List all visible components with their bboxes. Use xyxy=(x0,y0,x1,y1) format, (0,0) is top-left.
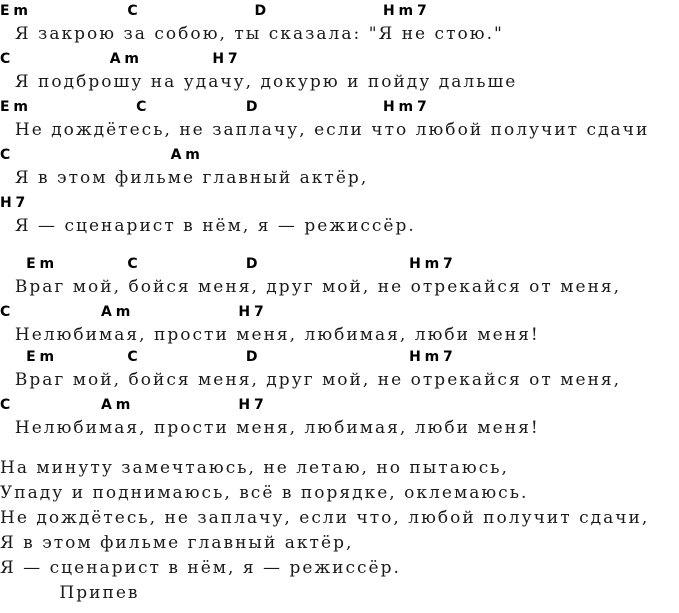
lyric-line: Я — сценарист в нём, я — режиссёр. xyxy=(0,216,416,236)
lyric-line: Я в этом фильме главный актёр, xyxy=(0,533,354,553)
lyric-line: Нелюбимая, прости меня, любимая, люби ме… xyxy=(0,325,540,345)
chord-sheet: Em C D Hm7 Я закрою за собою, ты сказала… xyxy=(0,0,679,613)
section-label: Припев xyxy=(0,583,140,603)
lyric-line: Нелюбимая, прости меня, любимая, люби ме… xyxy=(0,418,540,438)
chord-line: Em C D Hm7 xyxy=(0,256,457,272)
lyric-line: Враг мой, бойся меня, друг мой, не отрек… xyxy=(0,277,622,297)
lyric-line: Не дождётесь, не заплачу, если что любой… xyxy=(0,120,650,140)
chord-line: Em C D Hm7 xyxy=(0,3,431,19)
lyric-line: Я в этом фильме главный актёр, xyxy=(0,168,369,188)
lyric-line: Не дождётесь, не заплачу, если что, любо… xyxy=(0,508,650,528)
chord-line: H7 xyxy=(0,195,30,211)
chord-line: C Am H7 xyxy=(0,397,268,413)
chord-line: C Am xyxy=(0,147,204,163)
chord-line: C Am H7 xyxy=(0,304,268,320)
lyric-line: Упаду и поднимаюсь, всё в порядке, оклем… xyxy=(0,483,529,503)
lyric-line: Враг мой, бойся меня, друг мой, не отрек… xyxy=(0,370,622,390)
chord-line: Em C D Hm7 xyxy=(0,349,457,365)
lyric-line: На минуту замечтаюсь, не летаю, но пытаю… xyxy=(0,458,509,478)
chord-line: C Am H7 xyxy=(0,51,242,67)
lyric-line: Я закрою за собою, ты сказала: "Я не сто… xyxy=(0,24,504,44)
lyric-line: Я подброшу на удачу, докурю и пойду даль… xyxy=(0,72,518,92)
lyric-line: Я — сценарист в нём, я — режиссёр. xyxy=(0,558,401,578)
chord-line: Em C D Hm7 xyxy=(0,99,431,115)
